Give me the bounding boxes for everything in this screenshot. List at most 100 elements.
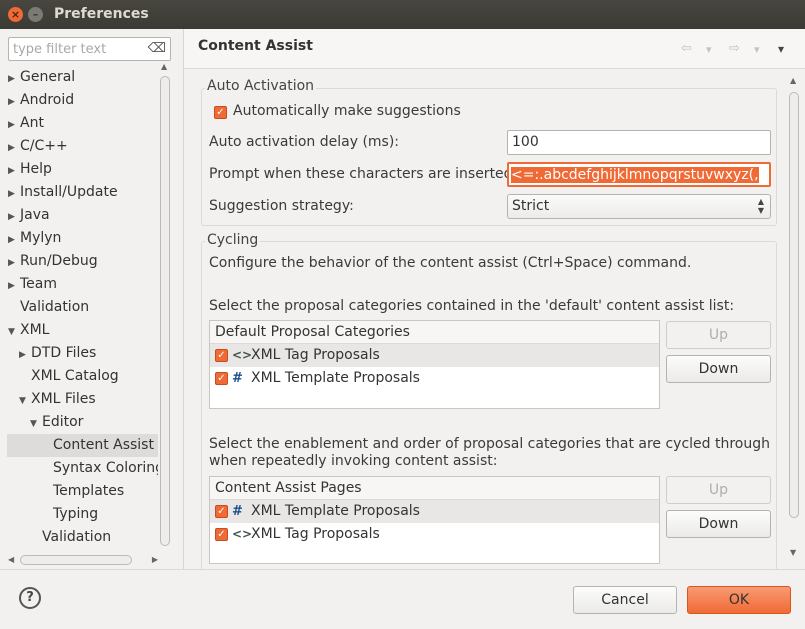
cycling-label: Cycling <box>205 232 261 248</box>
tree-item-label: Run/Debug <box>20 253 98 269</box>
tree-item-mylyn[interactable]: ▶ Mylyn <box>0 227 158 250</box>
page-title: Content Assist <box>198 38 313 54</box>
row-checkbox[interactable]: ✓ <box>215 505 228 518</box>
tree-item-xml-files[interactable]: ▼ XML Files <box>0 388 158 411</box>
tree-item-label: Install/Update <box>20 184 118 200</box>
cycling-description: Configure the behavior of the content as… <box>209 255 692 271</box>
scroll-up-arrow-icon[interactable]: ▲ <box>161 62 167 71</box>
collapsed-arrow-icon[interactable]: ▶ <box>8 252 20 275</box>
clear-filter-icon[interactable]: ⌫ <box>148 41 166 56</box>
content-scroll-down-icon[interactable]: ▼ <box>790 548 796 557</box>
content-scroll-up-icon[interactable]: ▲ <box>790 76 796 85</box>
collapsed-arrow-icon[interactable]: ▶ <box>19 344 31 367</box>
tree-item-syntax-coloring[interactable]: Syntax Coloring <box>0 457 158 480</box>
tree-item-label: Templates <box>53 483 125 499</box>
pages-table-header[interactable]: Content Assist Pages <box>210 477 659 500</box>
expanded-arrow-icon[interactable]: ▼ <box>30 413 42 436</box>
filter-field: ⌫ <box>8 37 171 61</box>
scroll-right-arrow-icon[interactable]: ▶ <box>152 555 158 564</box>
tree-item-xml[interactable]: ▼ XML <box>0 319 158 342</box>
tree-item-templates[interactable]: Templates <box>0 480 158 503</box>
scroll-left-arrow-icon[interactable]: ◀ <box>8 555 14 564</box>
tree-item-label: Editor <box>42 414 84 430</box>
expanded-arrow-icon[interactable]: ▼ <box>19 390 31 413</box>
pages-down-button[interactable]: Down <box>666 510 771 538</box>
help-icon[interactable]: ? <box>19 587 41 609</box>
close-icon[interactable]: × <box>8 7 23 22</box>
tree-item-run-debug[interactable]: ▶ Run/Debug <box>0 250 158 273</box>
forward-dropdown-icon[interactable]: ▾ <box>754 43 760 56</box>
table-row[interactable]: ✓ <> XML Tag Proposals <box>210 523 659 546</box>
tree-item-team[interactable]: ▶ Team <box>0 273 158 296</box>
back-dropdown-icon[interactable]: ▾ <box>706 43 712 56</box>
preference-tree: ▶ General ▶ Android ▶ Ant ▶ C/C++ ▶ Help ▶ Install/… <box>0 66 158 553</box>
tree-item-ant[interactable]: ▶ Ant <box>0 112 158 135</box>
cancel-button[interactable]: Cancel <box>573 586 677 614</box>
tree-item-validation[interactable]: Validation <box>0 296 158 319</box>
collapsed-arrow-icon[interactable]: ▶ <box>8 229 20 252</box>
row-checkbox[interactable]: ✓ <box>215 528 228 541</box>
collapsed-arrow-icon[interactable]: ▶ <box>8 206 20 229</box>
prompt-chars-input[interactable]: <=:.abcdefghijklmnopqrstuvwxyz(, <box>507 162 771 187</box>
expanded-arrow-icon[interactable]: ▼ <box>8 321 20 344</box>
row-checkbox[interactable]: ✓ <box>215 372 228 385</box>
tree-item-label: Java <box>20 207 50 223</box>
tree-item-editor[interactable]: ▼ Editor <box>0 411 158 434</box>
delay-input[interactable]: 100 <box>507 130 771 155</box>
template-icon: # <box>232 371 243 386</box>
tree-vertical-scrollbar[interactable]: ▲ <box>159 62 171 552</box>
tree-item-dtd-files[interactable]: ▶ DTD Files <box>0 342 158 365</box>
tree-hscroll-thumb[interactable] <box>20 555 132 565</box>
forward-icon[interactable]: ⇨ <box>729 41 740 56</box>
table-row[interactable]: ✓ # XML Template Proposals <box>210 500 659 523</box>
tree-scroll-thumb[interactable] <box>160 76 170 546</box>
collapsed-arrow-icon[interactable]: ▶ <box>8 275 20 298</box>
collapsed-arrow-icon[interactable]: ▶ <box>8 160 20 183</box>
cycle-label-line1: Select the enablement and order of propo… <box>209 436 770 452</box>
table-row[interactable]: ✓ <> XML Tag Proposals <box>210 344 659 367</box>
minimize-icon[interactable]: – <box>28 7 43 22</box>
tree-item-android[interactable]: ▶ Android <box>0 89 158 112</box>
back-icon[interactable]: ⇦ <box>681 41 692 56</box>
tree-item-label: Team <box>20 276 58 292</box>
tree-item-install-update[interactable]: ▶ Install/Update <box>0 181 158 204</box>
pages-up-button[interactable]: Up <box>666 476 771 504</box>
default-table-header[interactable]: Default Proposal Categories <box>210 321 659 344</box>
page-header: Content Assist ⇦ ▾ ⇨ ▾ ▾ <box>184 29 805 69</box>
filter-input[interactable] <box>13 39 151 59</box>
default-up-button[interactable]: Up <box>666 321 771 349</box>
collapsed-arrow-icon[interactable]: ▶ <box>8 68 20 91</box>
tree-item-label: Typing <box>53 506 99 522</box>
tree-item-label: XML Catalog <box>31 368 119 384</box>
default-list-label: Select the proposal categories contained… <box>209 298 735 314</box>
ok-button[interactable]: OK <box>687 586 791 614</box>
tree-item-general[interactable]: ▶ General <box>0 66 158 89</box>
template-icon: # <box>232 504 243 519</box>
content-scroll-thumb[interactable] <box>789 92 799 518</box>
collapsed-arrow-icon[interactable]: ▶ <box>8 91 20 114</box>
row-checkbox[interactable]: ✓ <box>215 349 228 362</box>
tree-item-java[interactable]: ▶ Java <box>0 204 158 227</box>
strategy-value: Strict <box>512 198 550 214</box>
collapsed-arrow-icon[interactable]: ▶ <box>8 114 20 137</box>
collapsed-arrow-icon[interactable]: ▶ <box>8 137 20 160</box>
tree-item-label: Content Assist <box>53 437 154 453</box>
tree-item-validation[interactable]: Validation <box>0 526 158 549</box>
default-down-button[interactable]: Down <box>666 355 771 383</box>
tree-item-label: Validation <box>42 529 112 545</box>
table-row[interactable]: ✓ # XML Template Proposals <box>210 367 659 390</box>
view-menu-icon[interactable]: ▾ <box>778 42 784 56</box>
content-vertical-scrollbar[interactable]: ▲ ▼ <box>787 70 801 563</box>
tree-item-help[interactable]: ▶ Help <box>0 158 158 181</box>
tree-item-typing[interactable]: Typing <box>0 503 158 526</box>
tree-horizontal-scrollbar[interactable]: ◀ ▶ <box>8 554 158 566</box>
row-label: XML Tag Proposals <box>251 526 380 542</box>
collapsed-arrow-icon[interactable]: ▶ <box>8 183 20 206</box>
strategy-select[interactable]: Strict ▲ ▼ <box>507 194 771 219</box>
tree-item-content-assist[interactable]: Content Assist <box>7 434 158 457</box>
auto-suggest-checkbox[interactable]: ✓ <box>214 106 227 119</box>
tree-item-c-c-[interactable]: ▶ C/C++ <box>0 135 158 158</box>
pane-divider[interactable] <box>183 29 184 569</box>
tree-item-xml-catalog[interactable]: XML Catalog <box>0 365 158 388</box>
xml-tag-icon: <> <box>232 527 253 541</box>
